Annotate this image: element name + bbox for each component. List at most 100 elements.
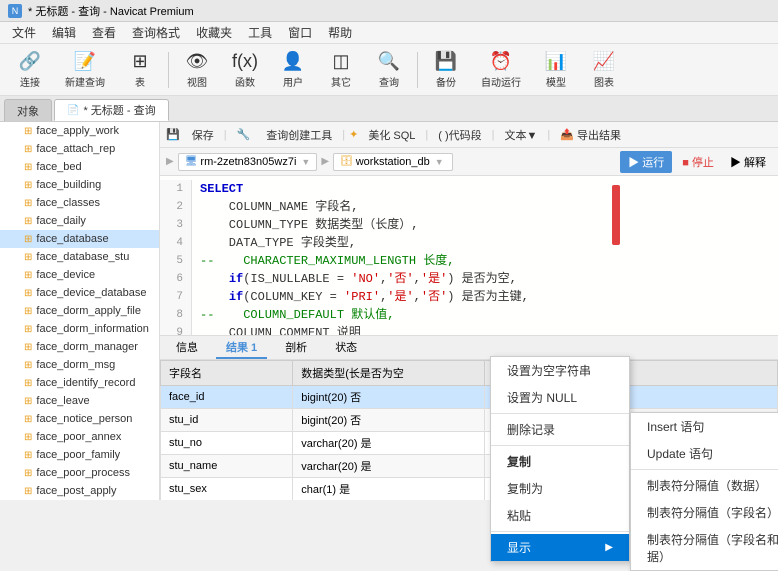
menu-item-帮助[interactable]: 帮助 — [320, 22, 360, 43]
save-button[interactable]: 保存 — [186, 125, 220, 145]
table-icon: ⊞ — [24, 360, 32, 371]
beautify-button[interactable]: 美化 SQL — [362, 125, 421, 145]
submenu-item[interactable]: 制表符分隔值（数据） — [631, 472, 778, 499]
menu-item-工具[interactable]: 工具 — [240, 22, 280, 43]
context-menu-item[interactable]: 删除记录 — [491, 416, 629, 443]
sidebar-item-face_database_stu[interactable]: ⊞face_database_stu — [0, 248, 159, 266]
model-icon: 📊 — [544, 51, 568, 72]
sidebar-item-face_dorm_apply_file[interactable]: ⊞ face_dorm_apply_file — [0, 302, 159, 320]
connection-selector[interactable]: 🖥 rm-2zetn83n05wz7i ▼ — [178, 153, 318, 171]
sidebar-item-face_device[interactable]: ⊞face_device — [0, 266, 159, 284]
query-builder-label[interactable]: 查询创建工具 — [260, 125, 338, 145]
code-block-button[interactable]: ( )代码段 — [432, 125, 487, 145]
sidebar-item-face_bed[interactable]: ⊞face_bed — [0, 158, 159, 176]
sidebar-item-face_notice_person[interactable]: ⊞face_notice_person — [0, 410, 159, 428]
submenu-item[interactable]: 制表符分隔值（字段名和数据） — [631, 526, 778, 570]
sql-editor[interactable]: 1SELECT2 COLUMN_NAME 字段名,3 COLUMN_TYPE 数… — [160, 176, 778, 336]
text-button[interactable]: 文本▼ — [499, 125, 544, 145]
sidebar-item-face_dorm_information[interactable]: ⊞face_dorm_information — [0, 320, 159, 338]
context-menu-item[interactable]: 设置为 NULL — [491, 384, 629, 411]
backup-icon: 💾 — [434, 51, 458, 72]
sidebar-item-face_dorm_msg[interactable]: ⊞face_dorm_msg — [0, 356, 159, 374]
table-cell: varchar(20) 是 — [293, 432, 485, 455]
query-builder-button[interactable]: 🔧 — [231, 126, 257, 143]
col-header-1[interactable]: 数据类型(长是否为空 — [293, 361, 485, 386]
toolbar-btn-user[interactable]: 👤用户 — [271, 48, 315, 92]
explain-button[interactable]: ▶ 解释 — [724, 152, 772, 172]
context-menu-item[interactable]: 复制 — [491, 448, 629, 475]
function-icon: f(x) — [233, 51, 257, 72]
chart-icon: 📈 — [592, 51, 616, 72]
toolbar-btn-backup[interactable]: 💾 备份 — [424, 48, 468, 92]
sidebar-item-face_attach_rep[interactable]: ⊞face_attach_rep — [0, 140, 159, 158]
sidebar-item-face_poor_process[interactable]: ⊞face_poor_process — [0, 464, 159, 482]
sidebar-item-label: face_device_database — [36, 287, 146, 299]
connect-icon: 🔗 — [18, 51, 42, 72]
sidebar-item-face_leave[interactable]: ⊞face_leave — [0, 392, 159, 410]
table-icon: ⊞ — [24, 126, 32, 137]
sql-line: 7 if(COLUMN_KEY = 'PRI','是','否') 是否为主键, — [160, 288, 778, 306]
sidebar-item-face_daily[interactable]: ⊞face_daily — [0, 212, 159, 230]
run-button[interactable]: ▶ 运行 — [620, 151, 672, 173]
query-icon: 🔍 — [377, 51, 401, 72]
toolbar-btn-label: 备份 — [436, 74, 456, 89]
tab-bar: 对象📄* 无标题 - 查询 — [0, 96, 778, 122]
tab-对象[interactable]: 对象 — [4, 99, 52, 121]
context-menu-item[interactable]: 复制为 — [491, 475, 629, 502]
menu-item-查询格式[interactable]: 查询格式 — [124, 22, 188, 43]
sidebar-item-face_poor_family[interactable]: ⊞face_poor_family — [0, 446, 159, 464]
toolbar-btn-other[interactable]: ◫其它 — [319, 48, 363, 92]
menu-item-文件[interactable]: 文件 — [4, 22, 44, 43]
submenu-item[interactable]: Insert 语句 — [631, 413, 778, 440]
sidebar-item-face_apply_work[interactable]: ⊞face_apply_work — [0, 122, 159, 140]
toolbar-btn-model[interactable]: 📊模型 — [534, 48, 578, 92]
database-selector[interactable]: 🗄 workstation_db ▼ — [333, 153, 453, 171]
sql-line: 6 if(IS_NULLABLE = 'NO','否','是') 是否为空, — [160, 270, 778, 288]
sidebar-item-face_database[interactable]: ⊞face_database — [0, 230, 159, 248]
sidebar-item-face_classes[interactable]: ⊞face_classes — [0, 194, 159, 212]
toolbar-btn-new-query[interactable]: 📝新建查询 — [56, 48, 114, 92]
context-menu-item[interactable]: 设置为空字符串 — [491, 357, 629, 384]
toolbar-btn-query[interactable]: 🔍查询 — [367, 48, 411, 92]
toolbar-btn-label: 其它 — [331, 74, 351, 89]
sidebar-item-face_post_apply[interactable]: ⊞face_post_apply — [0, 482, 159, 500]
toolbar-btn-connect[interactable]: 🔗连接 — [8, 48, 52, 92]
table-icon: ⊞ — [24, 288, 32, 299]
menu-separator — [491, 413, 629, 414]
result-tab-状态[interactable]: 状态 — [325, 337, 367, 359]
context-menu-item[interactable]: 显示▶ — [491, 534, 629, 561]
submenu-item[interactable]: 制表符分隔值（字段名） — [631, 499, 778, 526]
result-tab-结果 1[interactable]: 结果 1 — [216, 337, 267, 359]
context-menu-item[interactable]: 粘贴 — [491, 502, 629, 529]
sidebar-item-face_identify_record[interactable]: ⊞face_identify_record — [0, 374, 159, 392]
toolbar-btn-table[interactable]: ⊞表 — [118, 48, 162, 92]
menu-item-窗口[interactable]: 窗口 — [280, 22, 320, 43]
line-number: 1 — [160, 180, 192, 198]
tab-* 无标题 - 查询[interactable]: 📄* 无标题 - 查询 — [54, 99, 169, 121]
toolbar-btn-chart[interactable]: 📈图表 — [582, 48, 626, 92]
menu-item-收藏夹[interactable]: 收藏夹 — [188, 22, 240, 43]
table-icon: ⊞ — [24, 306, 32, 317]
line-content: if(IS_NULLABLE = 'NO','否','是') 是否为空, — [192, 270, 517, 288]
submenu-item[interactable]: Update 语句 — [631, 440, 778, 467]
sidebar-item-face_dorm_manager[interactable]: ⊞face_dorm_manager — [0, 338, 159, 356]
sidebar-item-face_building[interactable]: ⊞face_building — [0, 176, 159, 194]
result-tab-剖析[interactable]: 剖析 — [275, 337, 317, 359]
export-button[interactable]: 📤 导出结果 — [554, 125, 627, 145]
table-row[interactable]: face_idbigint(20) 否是ID — [161, 386, 778, 409]
stop-button[interactable]: ■ 停止 — [676, 152, 720, 172]
col-header-0[interactable]: 字段名 — [161, 361, 293, 386]
menu-item-编辑[interactable]: 编辑 — [44, 22, 84, 43]
toolbar-btn-autorun[interactable]: ⏰自动运行 — [472, 48, 530, 92]
toolbar-btn-view[interactable]: 👁视图 — [175, 48, 219, 92]
sidebar-item-label: face_dorm_apply_file — [36, 305, 141, 317]
menu-item-查看[interactable]: 查看 — [84, 22, 124, 43]
tab-label: * 无标题 - 查询 — [83, 102, 155, 118]
sidebar-item-label: face_attach_rep — [36, 143, 115, 155]
result-tab-信息[interactable]: 信息 — [166, 337, 208, 359]
sidebar-item-face_device_database[interactable]: ⊞ face_device_database — [0, 284, 159, 302]
sidebar-item-face_poor_annex[interactable]: ⊞face_poor_annex — [0, 428, 159, 446]
toolbar-btn-function[interactable]: f(x)函数 — [223, 48, 267, 92]
table-icon: ⊞ — [24, 270, 32, 281]
table-icon: ⊞ — [24, 468, 32, 479]
